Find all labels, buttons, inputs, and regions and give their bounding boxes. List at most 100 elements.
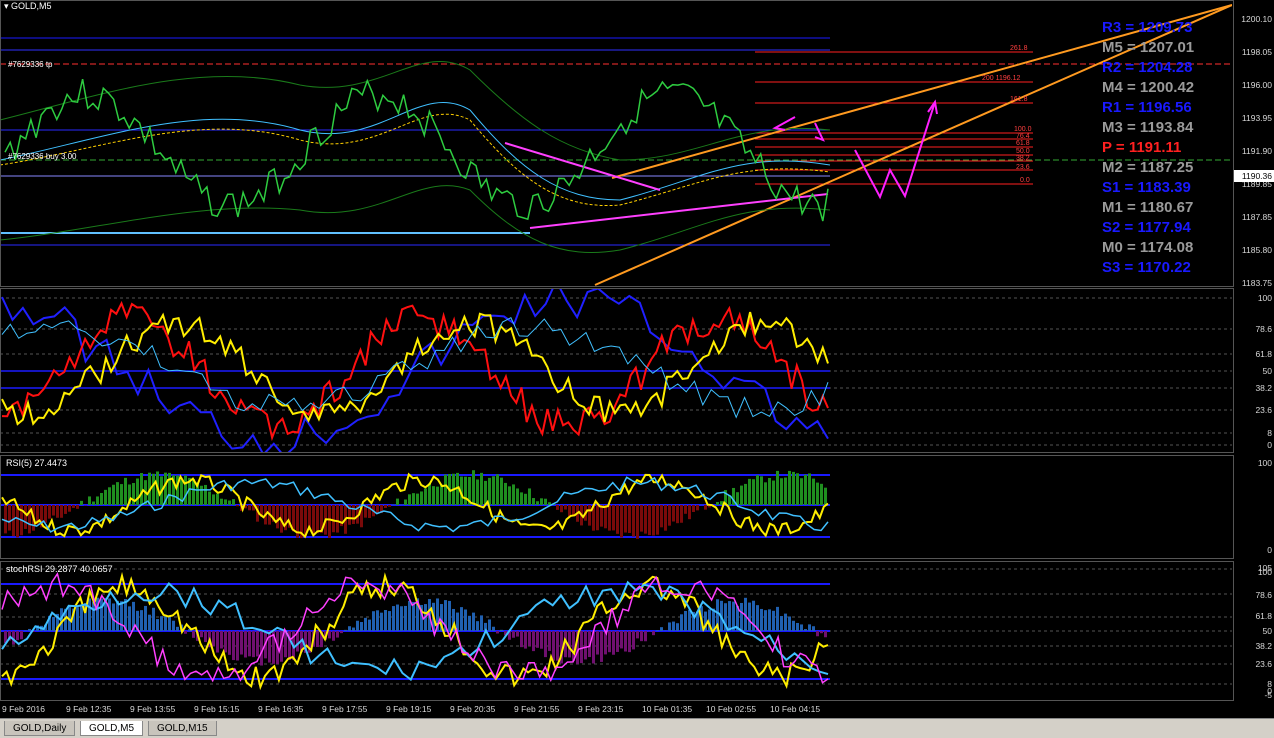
- histogram-bar: [800, 624, 803, 631]
- stoch-tick: 78.6: [1255, 590, 1272, 600]
- histogram-bar: [544, 631, 547, 657]
- histogram-bar: [204, 631, 207, 642]
- histogram-bar: [620, 631, 623, 648]
- histogram-bar: [120, 484, 123, 505]
- histogram-bar: [16, 631, 19, 640]
- histogram-bar: [820, 484, 823, 505]
- histogram-bar: [792, 621, 795, 631]
- histogram-bar: [688, 610, 691, 631]
- histogram-bar: [396, 499, 399, 505]
- histogram-bar: [652, 631, 655, 635]
- histogram-bar: [632, 505, 635, 537]
- histogram-bar: [656, 505, 659, 535]
- histogram-bar: [684, 505, 687, 514]
- ind1-tick: 100: [1258, 293, 1272, 303]
- ind1-tick: 61.8: [1255, 349, 1272, 359]
- histogram-bar: [824, 488, 827, 505]
- time-tick: 10 Feb 01:35: [642, 704, 692, 714]
- histogram-bar: [408, 494, 411, 505]
- histogram-bar: [668, 505, 671, 526]
- histogram-bar: [136, 478, 139, 505]
- histogram-bar: [600, 505, 603, 527]
- histogram-bar: [484, 481, 487, 505]
- histogram-bar: [796, 473, 799, 505]
- histogram-bar: [772, 611, 775, 631]
- rsi-label: RSI(5) 27.4473: [6, 458, 67, 468]
- tab-gold-daily[interactable]: GOLD,Daily: [4, 721, 75, 736]
- histogram-bar: [128, 606, 131, 631]
- histogram-bar: [624, 505, 627, 533]
- dropdown-arrow-icon[interactable]: ▾: [4, 1, 11, 11]
- ind1-tick: 78.6: [1255, 324, 1272, 334]
- histogram-bar: [536, 501, 539, 505]
- histogram-bar: [116, 482, 119, 505]
- histogram-bar: [52, 617, 55, 631]
- histogram-bar: [556, 505, 559, 510]
- tab-gold-m5[interactable]: GOLD,M5: [80, 721, 143, 736]
- histogram-bar: [448, 601, 451, 631]
- histogram-bar: [780, 478, 783, 505]
- histogram-bar: [768, 478, 771, 505]
- indicator1-pane[interactable]: [0, 288, 1232, 452]
- histogram-bar: [464, 477, 467, 505]
- histogram-bar: [432, 486, 435, 505]
- histogram-bar: [644, 505, 647, 534]
- pivot-m2: M2 = 1187.25: [1102, 158, 1232, 178]
- histogram-bar: [404, 606, 407, 631]
- histogram-bar: [540, 498, 543, 505]
- histogram-bar: [804, 629, 807, 631]
- histogram-bar: [376, 505, 379, 513]
- price-axis: 1200.10 1198.05 1196.00 1193.95 1191.90 …: [1234, 0, 1274, 718]
- histogram-bar: [812, 626, 815, 631]
- main-chart-pane[interactable]: 261.8 200 1196.12 161.8 100.0 76.4 61.8 …: [0, 0, 1232, 286]
- histogram-bar: [140, 473, 143, 505]
- histogram-bar: [540, 631, 543, 649]
- histogram-bar: [412, 602, 415, 631]
- histogram-bar: [812, 479, 815, 505]
- histogram-bar: [48, 505, 51, 519]
- histogram-bar: [496, 631, 499, 633]
- histogram-bar: [488, 619, 491, 631]
- histogram-bar: [384, 610, 387, 631]
- histogram-bar: [520, 492, 523, 505]
- histogram-bar: [552, 631, 555, 661]
- histogram-bar: [688, 505, 691, 519]
- histogram-bar: [784, 478, 787, 505]
- histogram-bar: [480, 473, 483, 505]
- histogram-bar: [788, 471, 791, 505]
- histogram-bar: [728, 601, 731, 631]
- histogram-bar: [512, 484, 515, 505]
- histogram-bar: [628, 505, 631, 533]
- rsi-pane[interactable]: RSI(5) 27.4473: [0, 455, 1232, 558]
- stochrsi-pane[interactable]: stochRSI 29.2877 40.0657: [0, 561, 1232, 700]
- histogram-bar: [24, 505, 27, 529]
- tab-gold-m15[interactable]: GOLD,M15: [148, 721, 217, 736]
- histogram-bar: [236, 505, 239, 506]
- histogram-bar: [392, 606, 395, 631]
- ind1-tick: 38.2: [1255, 383, 1272, 393]
- fib-label-161: 161.8: [1010, 96, 1028, 103]
- pivot-s3: S3 = 1170.22: [1102, 258, 1232, 278]
- histogram-bar: [500, 630, 503, 631]
- histogram-bar: [488, 478, 491, 505]
- histogram-bar: [816, 631, 819, 636]
- histogram-bar: [560, 505, 563, 512]
- price-tick: 1200.10: [1241, 14, 1272, 24]
- price-tick: 1187.85: [1242, 212, 1272, 222]
- histogram-bar: [544, 499, 547, 505]
- histogram-bar: [52, 505, 55, 516]
- histogram-bar: [220, 631, 223, 649]
- histogram-bar: [96, 496, 99, 505]
- histogram-bar: [496, 474, 499, 505]
- histogram-bar: [244, 631, 247, 658]
- time-axis: 9 Feb 2016 9 Feb 12:35 9 Feb 13:55 9 Feb…: [0, 700, 1234, 719]
- main-chart-svg: 261.8 200 1196.12 161.8 100.0 76.4 61.8 …: [0, 0, 1232, 286]
- histogram-bar: [716, 502, 719, 505]
- histogram-bar: [424, 488, 427, 505]
- histogram-bar: [620, 505, 623, 537]
- histogram-bar: [212, 631, 215, 646]
- histogram-bar: [656, 630, 659, 631]
- histogram-bar: [584, 631, 587, 659]
- price-tick: 1196.00: [1242, 80, 1272, 90]
- histogram-bar: [616, 505, 619, 534]
